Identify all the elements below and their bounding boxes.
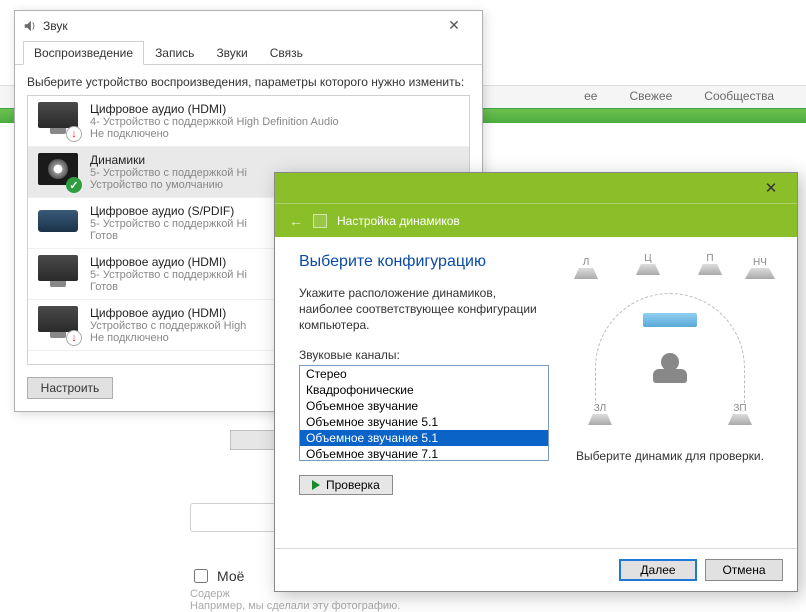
listener-icon [653,353,687,387]
bg-tabs: ее Свежее Сообщества [570,86,788,106]
speaker-center[interactable]: Ц [633,253,663,275]
next-button[interactable]: Далее [619,559,697,581]
channel-option[interactable]: Объемное звучание 5.1 [300,414,548,430]
speaker-icon [313,214,327,228]
play-icon [312,480,320,490]
status-badge-disconnected: ↓ [66,126,82,142]
configure-button[interactable]: Настроить [27,377,113,399]
tab-playback[interactable]: Воспроизведение [23,41,144,65]
device-desc: Устройство с поддержкой High [90,320,246,332]
close-button[interactable]: ✕ [434,17,474,34]
device-name: Цифровое аудио (HDMI) [90,102,339,116]
device-text: Цифровое аудио (S/PDIF) 5- Устройство с … [90,204,247,242]
channel-option[interactable]: Стерео [300,366,548,382]
device-text: Динамики 5- Устройство с поддержкой Hi У… [90,153,247,191]
device-desc: 4- Устройство с поддержкой High Definiti… [90,116,339,128]
dlg-header: ← Настройка динамиков [275,203,797,237]
sound-titlebar: Звук ✕ [15,11,482,40]
center-bar [643,313,697,327]
dlg-right-column: Л Ц П НЧ ЗЛ ЗП Выберите динамик для пров… [565,253,775,540]
device-desc: 5- Устройство с поддержкой Hi [90,269,247,281]
channels-listbox[interactable]: Стерео Квадрофонические Объемное звучани… [299,365,549,461]
dlg-description: Укажите расположение динамиков, наиболее… [299,285,549,334]
device-status: Не подключено [90,128,339,140]
tab-recording[interactable]: Запись [144,41,205,65]
speaker-rear-right[interactable]: ЗП [725,403,755,425]
device-name: Динамики [90,153,247,167]
device-desc: 5- Устройство с поддержкой Hi [90,167,247,179]
speaker-icon [23,19,37,33]
spdif-icon [38,204,80,242]
dlg-titlebar: ✕ [275,173,797,203]
bg-text: Например, мы сделали эту фотографию. [190,600,690,612]
monitor-icon: ↓ [38,102,80,140]
sound-title-text: Звук [43,19,68,33]
dlg-hint: Выберите динамик для проверки. [565,449,775,463]
sound-tabs: Воспроизведение Запись Звуки Связь [15,40,482,65]
speaker-icon: ✓ [38,153,80,191]
close-button[interactable]: ✕ [751,179,791,197]
channel-option[interactable]: Объемное звучание 7.1 [300,446,548,461]
device-status: Устройство по умолчанию [90,179,247,191]
bg-checkbox[interactable] [194,569,208,583]
bg-checkbox-label: Моё [217,568,244,584]
device-status: Не подключено [90,332,246,344]
sound-instruction: Выберите устройство воспроизведения, пар… [27,75,470,89]
channel-option[interactable]: Объемное звучание [300,398,548,414]
speaker-front-left[interactable]: Л [571,257,601,279]
dlg-body: Выберите конфигурацию Укажите расположен… [275,237,797,548]
tab-sounds[interactable]: Звуки [205,41,258,65]
bg-tab[interactable]: ее [570,86,611,106]
dlg-heading: Выберите конфигурацию [299,253,549,271]
device-status: Готов [90,230,247,242]
back-icon[interactable]: ← [289,213,303,229]
speaker-setup-dialog: ✕ ← Настройка динамиков Выберите конфигу… [274,172,798,592]
speaker-map: Л Ц П НЧ ЗЛ ЗП [565,253,775,443]
device-desc: 5- Устройство с поддержкой Hi [90,218,247,230]
status-badge-disconnected: ↓ [66,330,82,346]
dlg-left-column: Выберите конфигурацию Укажите расположен… [299,253,549,540]
device-text: Цифровое аудио (HDMI) 4- Устройство с по… [90,102,339,140]
test-button[interactable]: Проверка [299,475,393,495]
device-text: Цифровое аудио (HDMI) Устройство с подде… [90,306,246,344]
device-name: Цифровое аудио (S/PDIF) [90,204,247,218]
device-item[interactable]: ↓ Цифровое аудио (HDMI) 4- Устройство с … [28,96,469,147]
channel-option[interactable]: Квадрофонические [300,382,548,398]
test-button-label: Проверка [326,478,380,492]
channels-label: Звуковые каналы: [299,348,549,362]
device-name: Цифровое аудио (HDMI) [90,306,246,320]
device-name: Цифровое аудио (HDMI) [90,255,247,269]
channel-option[interactable]: Объемное звучание 5.1 [300,430,548,446]
bg-tab[interactable]: Свежее [615,86,686,106]
cancel-button[interactable]: Отмена [705,559,783,581]
device-text: Цифровое аудио (HDMI) 5- Устройство с по… [90,255,247,293]
monitor-icon [38,255,80,293]
tab-communications[interactable]: Связь [259,41,314,65]
status-badge-default: ✓ [66,177,82,193]
bg-tab[interactable]: Сообщества [690,86,788,106]
speaker-front-right[interactable]: П [695,253,725,275]
speaker-rear-left[interactable]: ЗЛ [585,403,615,425]
device-status: Готов [90,281,247,293]
speaker-subwoofer[interactable]: НЧ [745,257,775,279]
monitor-icon: ↓ [38,306,80,344]
dlg-footer: Далее Отмена [275,548,797,591]
dlg-title-text: Настройка динамиков [337,214,460,228]
